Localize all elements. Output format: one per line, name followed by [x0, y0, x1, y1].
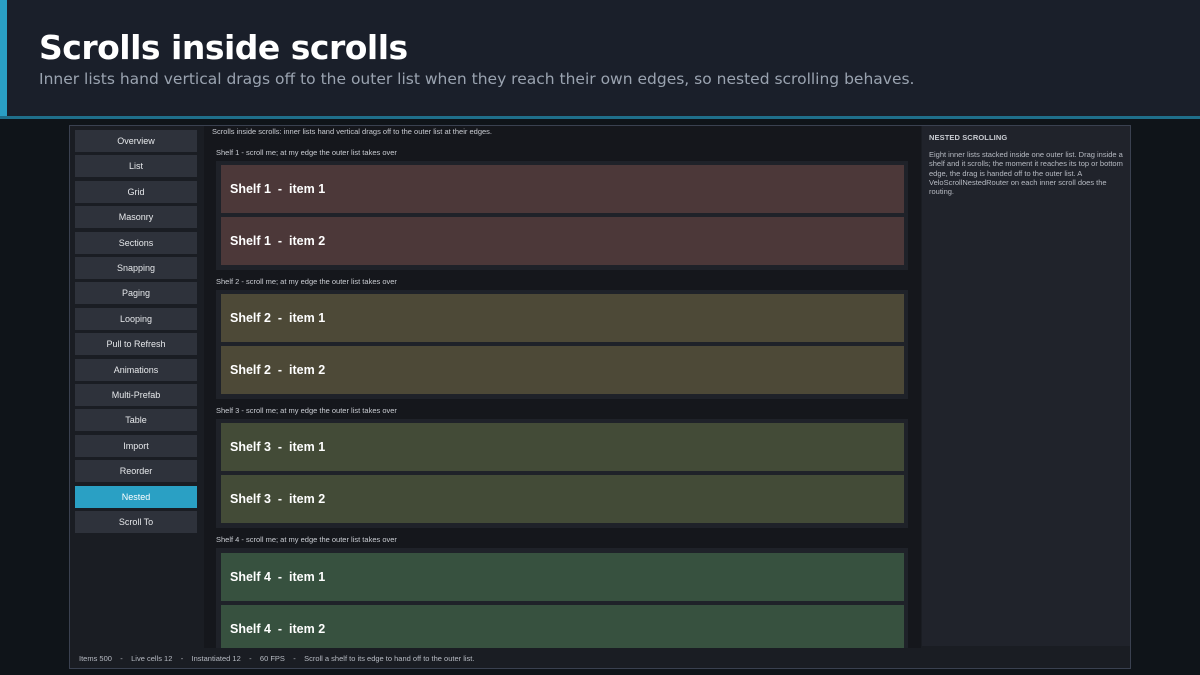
nav-item-sections[interactable]: Sections — [75, 231, 197, 254]
nav-item-scroll-to[interactable]: Scroll To — [75, 511, 197, 533]
nav-item-list[interactable]: List — [75, 155, 197, 178]
main-caption: Scrolls inside scrolls: inner lists hand… — [212, 127, 492, 136]
demo-window: Overview List Grid Masonry Sections Snap… — [69, 125, 1131, 669]
shelf-item[interactable]: Shelf 1 - item 1 — [221, 165, 904, 213]
shelf-3-inner-list[interactable]: Shelf 3 - item 1 Shelf 3 - item 2 — [216, 419, 908, 528]
hero-divider — [0, 116, 1200, 119]
nav-item-nested[interactable]: Nested — [75, 485, 197, 508]
info-panel-body: Eight inner lists stacked inside one out… — [929, 150, 1123, 197]
nav-item-pull-to-refresh[interactable]: Pull to Refresh — [75, 333, 197, 356]
nav-item-multi-prefab[interactable]: Multi-Prefab — [75, 384, 197, 406]
status-bar: Items 500 - Live cells 12 - Instantiated… — [79, 654, 475, 663]
info-panel-title: NESTED SCROLLING — [929, 133, 1008, 142]
shelf-4-inner-list[interactable]: Shelf 4 - item 1 Shelf 4 - item 2 — [216, 548, 908, 648]
shelf-item[interactable]: Shelf 4 - item 1 — [221, 553, 904, 601]
shelf-item[interactable]: Shelf 4 - item 2 — [221, 605, 904, 648]
shelf-item[interactable]: Shelf 3 - item 1 — [221, 423, 904, 471]
nav-item-reorder[interactable]: Reorder — [75, 460, 197, 483]
nav-item-snapping[interactable]: Snapping — [75, 257, 197, 279]
info-panel: NESTED SCROLLING Eight inner lists stack… — [922, 126, 1130, 646]
hero-banner: Scrolls inside scrolls Inner lists hand … — [0, 0, 1200, 118]
shelf-2-inner-list[interactable]: Shelf 2 - item 1 Shelf 2 - item 2 — [216, 290, 908, 399]
nav-item-overview[interactable]: Overview — [75, 130, 197, 152]
nav-item-masonry[interactable]: Masonry — [75, 206, 197, 229]
shelf-item[interactable]: Shelf 2 - item 2 — [221, 346, 904, 394]
hero-subtitle: Inner lists hand vertical drags off to t… — [39, 70, 915, 88]
outer-scroll-list[interactable]: Scrolls inside scrolls: inner lists hand… — [204, 126, 921, 648]
shelf-label: Shelf 4 - scroll me; at my edge the oute… — [216, 535, 397, 544]
nav-item-animations[interactable]: Animations — [75, 358, 197, 381]
hero-accent-bar — [0, 0, 7, 118]
nav-item-grid[interactable]: Grid — [75, 180, 197, 203]
nav-item-table[interactable]: Table — [75, 409, 197, 432]
shelf-label: Shelf 3 - scroll me; at my edge the oute… — [216, 406, 397, 415]
shelf-label: Shelf 1 - scroll me; at my edge the oute… — [216, 148, 397, 157]
shelf-1-inner-list[interactable]: Shelf 1 - item 1 Shelf 1 - item 2 — [216, 161, 908, 270]
hero-title: Scrolls inside scrolls — [39, 28, 408, 67]
shelf-item[interactable]: Shelf 1 - item 2 — [221, 217, 904, 265]
shelf-item[interactable]: Shelf 3 - item 2 — [221, 475, 904, 523]
nav-item-looping[interactable]: Looping — [75, 307, 197, 330]
nav-item-paging[interactable]: Paging — [75, 282, 197, 305]
nav-item-import[interactable]: Import — [75, 434, 197, 457]
shelf-label: Shelf 2 - scroll me; at my edge the oute… — [216, 277, 397, 286]
shelf-item[interactable]: Shelf 2 - item 1 — [221, 294, 904, 342]
